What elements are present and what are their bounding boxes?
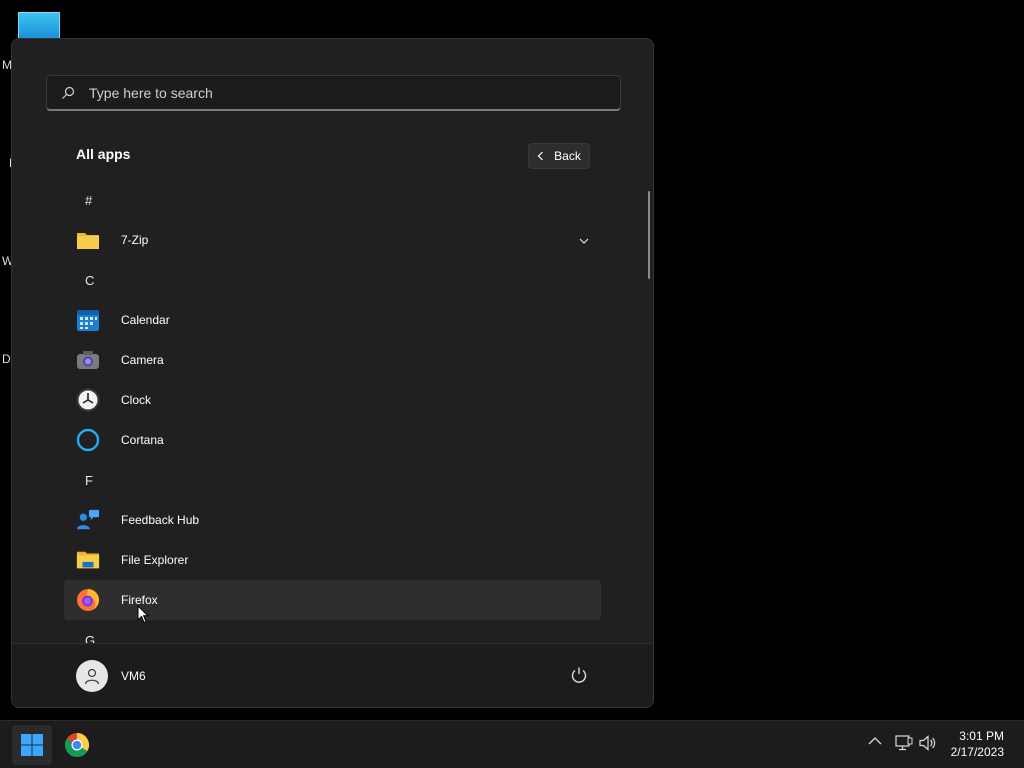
volume-icon [919,735,936,751]
folder-icon [76,228,100,252]
app-label: Feedback Hub [121,513,200,527]
app-label: File Explorer [121,553,189,567]
taskbar: 3:01 PM 2/17/2023 [0,720,1024,768]
user-avatar-icon [76,660,108,692]
chevron-up-icon [868,737,882,745]
letter-header[interactable]: F [64,460,601,500]
file-explorer-icon [76,548,100,572]
clock-icon [76,388,100,412]
power-button[interactable] [570,666,588,689]
start-menu: All apps Back # 7-Zip C [11,38,654,708]
show-hidden-icons-button[interactable] [868,733,882,751]
back-button[interactable]: Back [528,143,590,169]
network-button[interactable] [895,735,913,756]
taskbar-clock[interactable]: 3:01 PM 2/17/2023 [944,728,1014,760]
camera-icon [76,348,100,372]
back-label: Back [554,149,581,163]
letter-header[interactable]: C [64,260,601,300]
letter-header[interactable]: # [64,180,601,220]
search-icon [62,86,75,99]
power-icon [571,667,587,683]
scrollbar-thumb[interactable] [648,191,650,279]
app-label: Calendar [121,313,170,327]
network-icon [895,735,913,751]
firefox-icon [76,588,100,612]
app-item-file-explorer[interactable]: File Explorer [64,540,601,580]
section-title: All apps [76,146,131,162]
app-label: 7-Zip [121,233,149,247]
windows-logo-icon [21,734,43,756]
app-item-camera[interactable]: Camera [64,340,601,380]
app-label: Camera [121,353,164,367]
volume-button[interactable] [919,735,937,756]
chrome-icon [64,733,90,758]
app-item-cortana[interactable]: Cortana [64,420,601,460]
chevron-down-icon[interactable] [579,232,589,250]
app-item-calendar[interactable]: Calendar [64,300,601,340]
apps-list: # 7-Zip C Calendar Camera Clock Cortana … [64,180,601,643]
search-box[interactable] [46,75,621,111]
calendar-icon [76,308,100,332]
app-item-7-zip[interactable]: 7-Zip [64,220,601,260]
user-account[interactable]: VM6 [76,660,146,692]
app-label: Cortana [121,433,164,447]
chrome-taskbar-button[interactable] [57,725,97,765]
feedback-hub-icon [76,508,100,532]
app-label: Clock [121,393,152,407]
clock-date: 2/17/2023 [950,745,1004,759]
search-input[interactable] [87,83,567,102]
app-item-feedback-hub[interactable]: Feedback Hub [64,500,601,540]
cortana-icon [76,428,100,452]
app-item-clock[interactable]: Clock [64,380,601,420]
start-button[interactable] [12,725,52,765]
desktop-icon[interactable] [18,12,60,40]
user-name: VM6 [121,669,146,683]
clock-time: 3:01 PM [959,729,1004,743]
chevron-left-icon [537,151,544,161]
mouse-cursor-icon [137,604,150,629]
start-menu-footer: VM6 [12,643,653,707]
